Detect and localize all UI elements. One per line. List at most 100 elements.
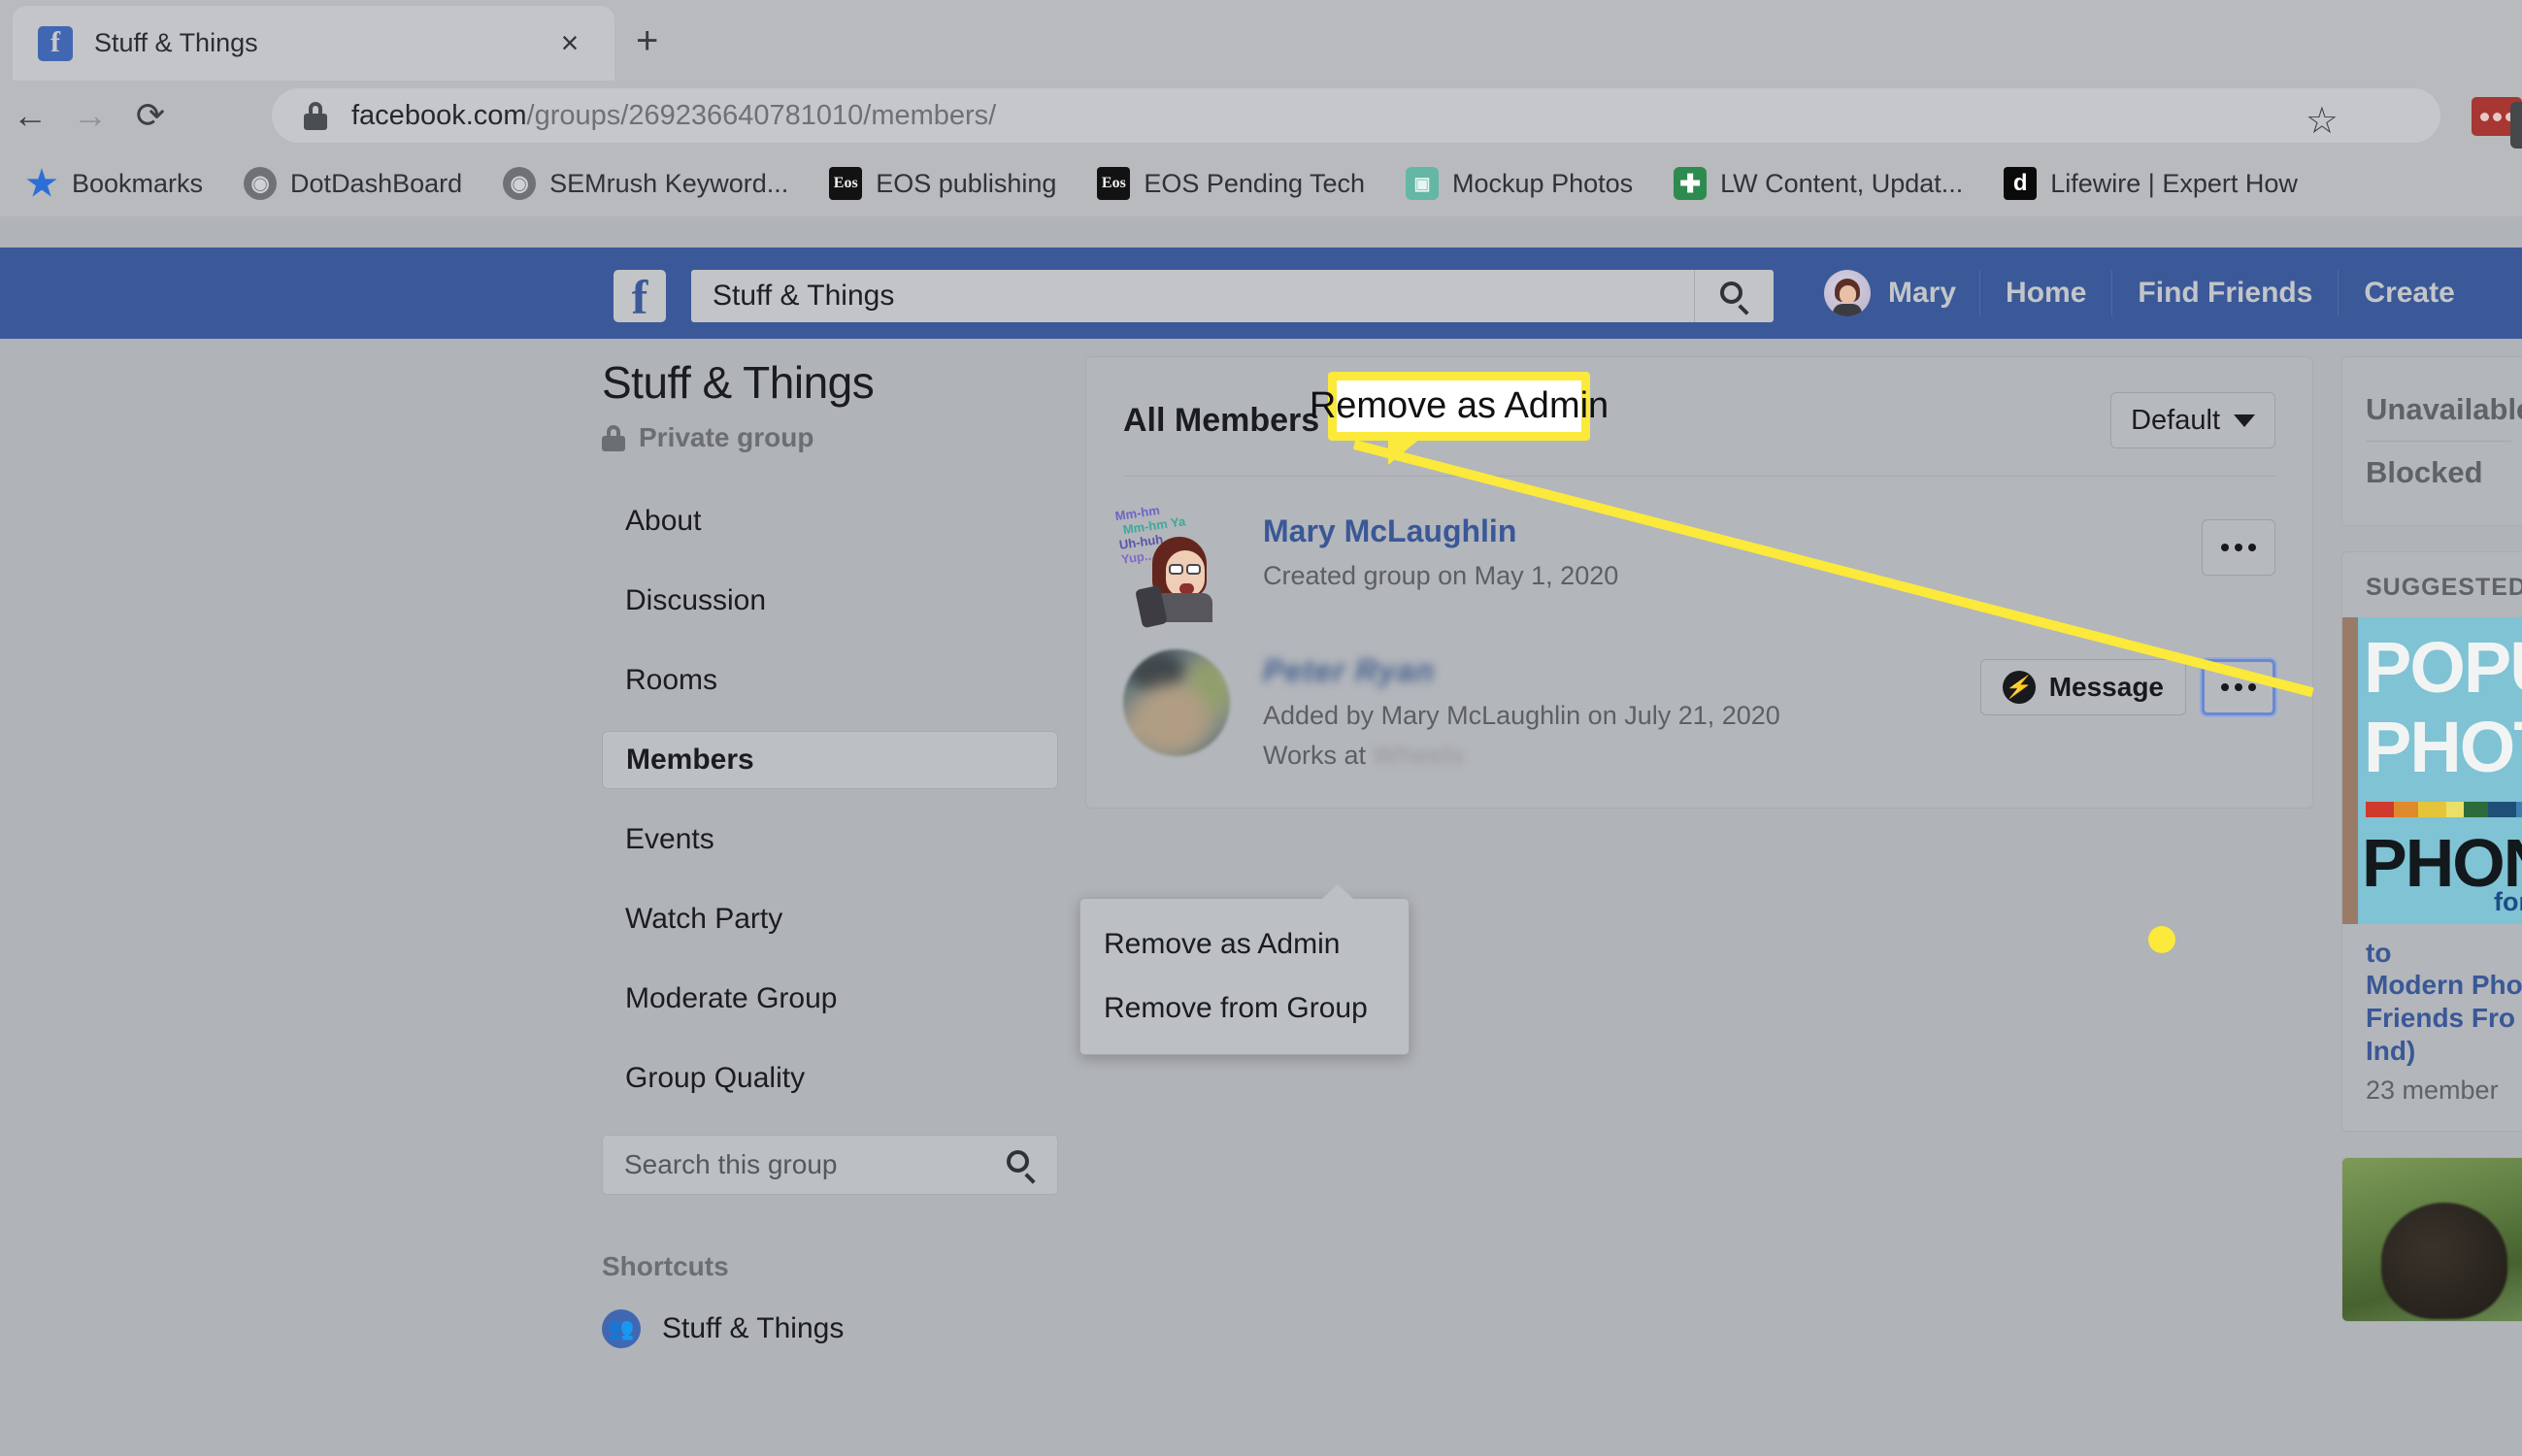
url-path: /groups/269236640781010/members/ — [526, 99, 997, 131]
lock-icon — [301, 101, 330, 130]
members-card: All Members Default Mm-hm Mm-hm Ya Uh-hu… — [1085, 356, 2313, 809]
nav-create[interactable]: Create — [2338, 270, 2479, 316]
sidebar-nav: About Discussion Rooms Members Events Wa… — [602, 492, 1058, 1108]
browser-tab[interactable]: f Stuff & Things × — [13, 6, 614, 81]
suggested-group-cover-image[interactable]: POPU PHOT PHON for — [2342, 617, 2522, 924]
bookmark-label: LW Content, Updat... — [1720, 168, 1964, 198]
member-info: Peter Ryan Added by Mary McLaughlin on J… — [1263, 649, 1980, 771]
members-panel: All Members Default Mm-hm Mm-hm Ya Uh-hu… — [1085, 356, 2313, 809]
annotation-callout: Remove as Admin — [1310, 372, 1609, 441]
search-icon — [1007, 1150, 1036, 1184]
bookmark-item[interactable]: d Lifewire | Expert How — [2004, 167, 2298, 200]
group-name-line-1[interactable]: Modern Pho — [2366, 969, 2522, 1002]
new-tab-icon[interactable]: + — [636, 21, 658, 60]
facebook-favicon-icon: f — [38, 25, 73, 61]
tab-title: Stuff & Things — [94, 28, 258, 57]
profile-name: Mary — [1888, 277, 1957, 309]
message-button[interactable]: ⚡ Message — [1979, 659, 2186, 715]
bookmark-star-icon[interactable]: ☆ — [2306, 102, 2339, 141]
reload-icon[interactable]: ⟳ — [120, 98, 181, 133]
bookmark-label: DotDashBoard — [290, 168, 463, 198]
cover-text-line-2: PHOT — [2364, 707, 2522, 787]
shortcuts-heading: Shortcuts — [602, 1251, 729, 1281]
group-member-count: 23 member — [2366, 1075, 2499, 1105]
url-domain: facebook.com — [351, 99, 527, 131]
browser-window: f Stuff & Things × + ← → ⟳ facebook.com/… — [0, 0, 2522, 1456]
member-actions — [2202, 510, 2275, 576]
bookmark-item[interactable]: Eos EOS Pending Tech — [1097, 167, 1365, 200]
avatar[interactable]: Mm-hm Mm-hm Ya Uh-huh. Yup... — [1114, 503, 1230, 629]
bookmark-item[interactable]: ◉ SEMrush Keyword... — [503, 167, 788, 200]
bookmark-item[interactable]: ◉ DotDashBoard — [244, 167, 462, 200]
bookmark-label: SEMrush Keyword... — [549, 168, 789, 198]
facebook-search-bar[interactable]: Stuff & Things — [691, 270, 1774, 322]
group-search-input[interactable]: Search this group — [602, 1135, 1058, 1195]
profile-link[interactable]: Mary — [1801, 266, 1979, 320]
member-options-menu: Remove as Admin Remove from Group — [1079, 884, 1410, 1055]
sidebar-item-discussion[interactable]: Discussion — [602, 572, 1058, 630]
annotation-callout-text: Remove as Admin — [1309, 385, 1609, 426]
avatar[interactable] — [1123, 649, 1230, 756]
message-label: Message — [2048, 672, 2164, 702]
mockup-icon: ▣ — [1406, 167, 1440, 200]
cover-text-line-1: POPU — [2364, 627, 2522, 708]
group-name-line-3[interactable]: Ind) — [2366, 1035, 2511, 1068]
group-icon: 👥 — [602, 1309, 641, 1348]
facebook-logo-icon[interactable]: f — [614, 270, 666, 324]
sidebar-item-about[interactable]: About — [602, 492, 1058, 550]
works-at-value: Wheels — [1373, 741, 1466, 770]
member-filters-card: Unavailable Blocked — [2341, 356, 2522, 526]
sidebar-item-group-quality[interactable]: Group Quality — [602, 1049, 1058, 1108]
bookmark-item[interactable]: ★ Bookmarks — [25, 163, 203, 203]
dotdash-icon: d — [2004, 167, 2038, 200]
chevron-down-icon — [2234, 414, 2255, 427]
search-button[interactable] — [1694, 270, 1774, 322]
bookmark-item[interactable]: ▣ Mockup Photos — [1406, 167, 1633, 200]
suggested-group-info: to Modern Pho Friends Fro Ind) 23 member — [2342, 924, 2522, 1131]
search-input[interactable]: Stuff & Things — [691, 280, 1694, 313]
member-name-link[interactable]: Peter Ryan — [1263, 653, 1435, 689]
filter-blocked[interactable]: Blocked — [2366, 442, 2511, 504]
navbar-right: Mary Home Find Friends Create — [1801, 248, 2480, 339]
bookmark-label: Lifewire | Expert How — [2050, 168, 2298, 198]
nav-find-friends[interactable]: Find Friends — [2111, 270, 2338, 316]
shortcut-item[interactable]: 👥 Stuff & Things — [602, 1309, 1058, 1348]
annotation-callout-tail — [1388, 438, 1421, 465]
sort-label: Default — [2131, 404, 2220, 436]
sidebar-item-members[interactable]: Members — [602, 731, 1058, 789]
table-row: Mm-hm Mm-hm Ya Uh-huh. Yup... Mary McLau… — [1114, 477, 2275, 629]
member-meta: Added by Mary McLaughlin on July 21, 202… — [1263, 701, 1780, 730]
member-meta: Created group on May 1, 2020 — [1263, 561, 1619, 590]
filter-unavailable[interactable]: Unavailable — [2366, 379, 2522, 441]
member-options-button[interactable] — [2202, 519, 2275, 576]
bookmarks-bar: ★ Bookmarks ◉ DotDashBoard ◉ SEMrush Key… — [0, 150, 2522, 216]
menu-item-remove-as-admin[interactable]: Remove as Admin — [1080, 912, 1409, 976]
address-bar[interactable]: facebook.com/groups/269236640781010/memb… — [272, 88, 2440, 143]
profile-icon[interactable] — [2510, 102, 2522, 149]
back-icon[interactable]: ← — [0, 98, 60, 133]
eos-icon: Eos — [829, 167, 863, 200]
page-title: Stuff & Things — [602, 357, 875, 408]
sidebar-item-watch-party[interactable]: Watch Party — [602, 890, 1058, 948]
sidebar-item-rooms[interactable]: Rooms — [602, 651, 1058, 710]
shortcut-label: Stuff & Things — [662, 1312, 845, 1344]
group-name-line-2[interactable]: Friends Fro — [2366, 1002, 2515, 1035]
annotation-end-dot — [2148, 926, 2175, 953]
bookmark-item[interactable]: Eos EOS publishing — [829, 167, 1056, 200]
sort-dropdown-button[interactable]: Default — [2110, 392, 2275, 448]
messenger-icon: ⚡ — [2002, 671, 2036, 704]
member-actions: ⚡ Message — [1979, 649, 2275, 715]
menu-item-remove-from-group[interactable]: Remove from Group — [1080, 976, 1409, 1041]
group-privacy: Private group — [602, 422, 1058, 453]
bookmark-item[interactable]: ✚ LW Content, Updat... — [1674, 167, 1963, 200]
group-name-line-0[interactable]: to — [2366, 938, 2511, 969]
close-tab-icon[interactable]: × — [550, 25, 589, 61]
works-at-prefix: Works at — [1263, 741, 1374, 770]
bookmark-label: Mockup Photos — [1452, 168, 1634, 198]
suggested-group-photo[interactable] — [2341, 1157, 2522, 1322]
sidebar-item-events[interactable]: Events — [602, 811, 1058, 869]
bookmark-label: EOS publishing — [876, 168, 1057, 198]
sidebar-item-moderate-group[interactable]: Moderate Group — [602, 970, 1058, 1028]
nav-home[interactable]: Home — [1979, 270, 2111, 316]
forward-icon[interactable]: → — [60, 98, 120, 133]
